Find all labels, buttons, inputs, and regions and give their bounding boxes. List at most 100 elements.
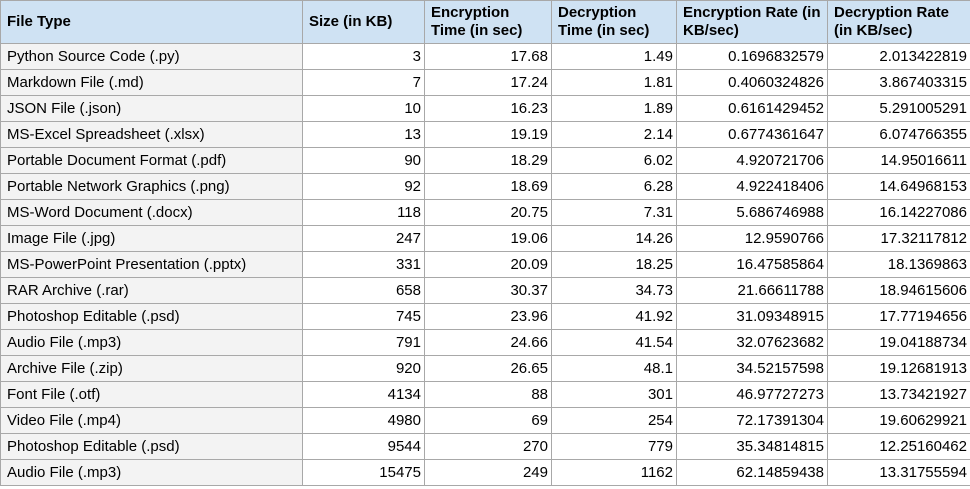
size-cell[interactable]: 7 — [302, 69, 425, 96]
decryption-time-cell[interactable]: 41.92 — [551, 303, 677, 330]
decryption-rate-cell[interactable]: 16.14227086 — [827, 199, 970, 226]
decryption-rate-cell[interactable]: 17.32117812 — [827, 225, 970, 252]
size-cell[interactable]: 3 — [302, 43, 425, 70]
file-type-cell[interactable]: MS-Word Document (.docx) — [0, 199, 303, 226]
decryption-time-cell[interactable]: 34.73 — [551, 277, 677, 304]
decryption-rate-cell[interactable]: 14.64968153 — [827, 173, 970, 200]
decryption-time-cell[interactable]: 48.1 — [551, 355, 677, 382]
decryption-rate-cell[interactable]: 18.94615606 — [827, 277, 970, 304]
decryption-rate-cell[interactable]: 19.04188734 — [827, 329, 970, 356]
decryption-time-cell[interactable]: 6.28 — [551, 173, 677, 200]
size-cell[interactable]: 4134 — [302, 381, 425, 408]
file-type-cell[interactable]: Archive File (.zip) — [0, 355, 303, 382]
encryption-rate-cell[interactable]: 31.09348915 — [676, 303, 828, 330]
decryption-rate-cell[interactable]: 18.1369863 — [827, 251, 970, 278]
size-cell[interactable]: 920 — [302, 355, 425, 382]
size-cell[interactable]: 90 — [302, 147, 425, 174]
encryption-time-cell[interactable]: 69 — [424, 407, 552, 434]
encryption-rate-cell[interactable]: 34.52157598 — [676, 355, 828, 382]
file-type-cell[interactable]: JSON File (.json) — [0, 95, 303, 122]
encryption-time-cell[interactable]: 20.09 — [424, 251, 552, 278]
file-type-cell[interactable]: Font File (.otf) — [0, 381, 303, 408]
encryption-rate-cell[interactable]: 21.66611788 — [676, 277, 828, 304]
file-type-cell[interactable]: MS-Excel Spreadsheet (.xlsx) — [0, 121, 303, 148]
file-type-cell[interactable]: Audio File (.mp3) — [0, 459, 303, 486]
header-cell-encryption-time[interactable]: Encryption Time (in sec) — [424, 0, 552, 44]
decryption-time-cell[interactable]: 2.14 — [551, 121, 677, 148]
decryption-rate-cell[interactable]: 2.013422819 — [827, 43, 970, 70]
size-cell[interactable]: 9544 — [302, 433, 425, 460]
decryption-time-cell[interactable]: 301 — [551, 381, 677, 408]
decryption-time-cell[interactable]: 1.81 — [551, 69, 677, 96]
file-type-cell[interactable]: Photoshop Editable (.psd) — [0, 303, 303, 330]
size-cell[interactable]: 13 — [302, 121, 425, 148]
encryption-rate-cell[interactable]: 32.07623682 — [676, 329, 828, 356]
encryption-rate-cell[interactable]: 72.17391304 — [676, 407, 828, 434]
file-type-cell[interactable]: Markdown File (.md) — [0, 69, 303, 96]
header-cell-size[interactable]: Size (in KB) — [302, 0, 425, 44]
decryption-rate-cell[interactable]: 13.31755594 — [827, 459, 970, 486]
header-cell-encryption-rate[interactable]: Encryption Rate (in KB/sec) — [676, 0, 828, 44]
encryption-time-cell[interactable]: 270 — [424, 433, 552, 460]
header-cell-decryption-time[interactable]: Decryption Time (in sec) — [551, 0, 677, 44]
size-cell[interactable]: 4980 — [302, 407, 425, 434]
encryption-rate-cell[interactable]: 4.922418406 — [676, 173, 828, 200]
decryption-rate-cell[interactable]: 6.074766355 — [827, 121, 970, 148]
header-cell-decryption-rate[interactable]: Decryption Rate (in KB/sec) — [827, 0, 970, 44]
decryption-time-cell[interactable]: 254 — [551, 407, 677, 434]
size-cell[interactable]: 745 — [302, 303, 425, 330]
decryption-rate-cell[interactable]: 19.60629921 — [827, 407, 970, 434]
decryption-time-cell[interactable]: 1.49 — [551, 43, 677, 70]
size-cell[interactable]: 92 — [302, 173, 425, 200]
decryption-time-cell[interactable]: 1162 — [551, 459, 677, 486]
encryption-rate-cell[interactable]: 4.920721706 — [676, 147, 828, 174]
encryption-time-cell[interactable]: 23.96 — [424, 303, 552, 330]
encryption-time-cell[interactable]: 18.29 — [424, 147, 552, 174]
encryption-rate-cell[interactable]: 0.6774361647 — [676, 121, 828, 148]
encryption-rate-cell[interactable]: 0.1696832579 — [676, 43, 828, 70]
encryption-time-cell[interactable]: 30.37 — [424, 277, 552, 304]
decryption-time-cell[interactable]: 18.25 — [551, 251, 677, 278]
decryption-rate-cell[interactable]: 19.12681913 — [827, 355, 970, 382]
encryption-time-cell[interactable]: 16.23 — [424, 95, 552, 122]
decryption-rate-cell[interactable]: 13.73421927 — [827, 381, 970, 408]
encryption-time-cell[interactable]: 19.19 — [424, 121, 552, 148]
decryption-time-cell[interactable]: 6.02 — [551, 147, 677, 174]
encryption-rate-cell[interactable]: 35.34814815 — [676, 433, 828, 460]
decryption-time-cell[interactable]: 41.54 — [551, 329, 677, 356]
encryption-rate-cell[interactable]: 0.6161429452 — [676, 95, 828, 122]
file-type-cell[interactable]: Portable Document Format (.pdf) — [0, 147, 303, 174]
decryption-rate-cell[interactable]: 12.25160462 — [827, 433, 970, 460]
file-type-cell[interactable]: RAR Archive (.rar) — [0, 277, 303, 304]
file-type-cell[interactable]: Audio File (.mp3) — [0, 329, 303, 356]
decryption-rate-cell[interactable]: 17.77194656 — [827, 303, 970, 330]
encryption-time-cell[interactable]: 88 — [424, 381, 552, 408]
decryption-time-cell[interactable]: 1.89 — [551, 95, 677, 122]
encryption-rate-cell[interactable]: 12.9590766 — [676, 225, 828, 252]
encryption-time-cell[interactable]: 19.06 — [424, 225, 552, 252]
encryption-time-cell[interactable]: 18.69 — [424, 173, 552, 200]
encryption-time-cell[interactable]: 17.68 — [424, 43, 552, 70]
encryption-rate-cell[interactable]: 46.97727273 — [676, 381, 828, 408]
size-cell[interactable]: 247 — [302, 225, 425, 252]
file-type-cell[interactable]: Portable Network Graphics (.png) — [0, 173, 303, 200]
decryption-time-cell[interactable]: 14.26 — [551, 225, 677, 252]
size-cell[interactable]: 118 — [302, 199, 425, 226]
file-type-cell[interactable]: Photoshop Editable (.psd) — [0, 433, 303, 460]
decryption-rate-cell[interactable]: 14.95016611 — [827, 147, 970, 174]
encryption-time-cell[interactable]: 20.75 — [424, 199, 552, 226]
size-cell[interactable]: 331 — [302, 251, 425, 278]
encryption-rate-cell[interactable]: 62.14859438 — [676, 459, 828, 486]
file-type-cell[interactable]: MS-PowerPoint Presentation (.pptx) — [0, 251, 303, 278]
decryption-time-cell[interactable]: 7.31 — [551, 199, 677, 226]
size-cell[interactable]: 791 — [302, 329, 425, 356]
size-cell[interactable]: 658 — [302, 277, 425, 304]
size-cell[interactable]: 10 — [302, 95, 425, 122]
encryption-time-cell[interactable]: 17.24 — [424, 69, 552, 96]
encryption-rate-cell[interactable]: 0.4060324826 — [676, 69, 828, 96]
encryption-time-cell[interactable]: 26.65 — [424, 355, 552, 382]
encryption-rate-cell[interactable]: 5.686746988 — [676, 199, 828, 226]
encryption-time-cell[interactable]: 24.66 — [424, 329, 552, 356]
decryption-rate-cell[interactable]: 5.291005291 — [827, 95, 970, 122]
file-type-cell[interactable]: Video File (.mp4) — [0, 407, 303, 434]
